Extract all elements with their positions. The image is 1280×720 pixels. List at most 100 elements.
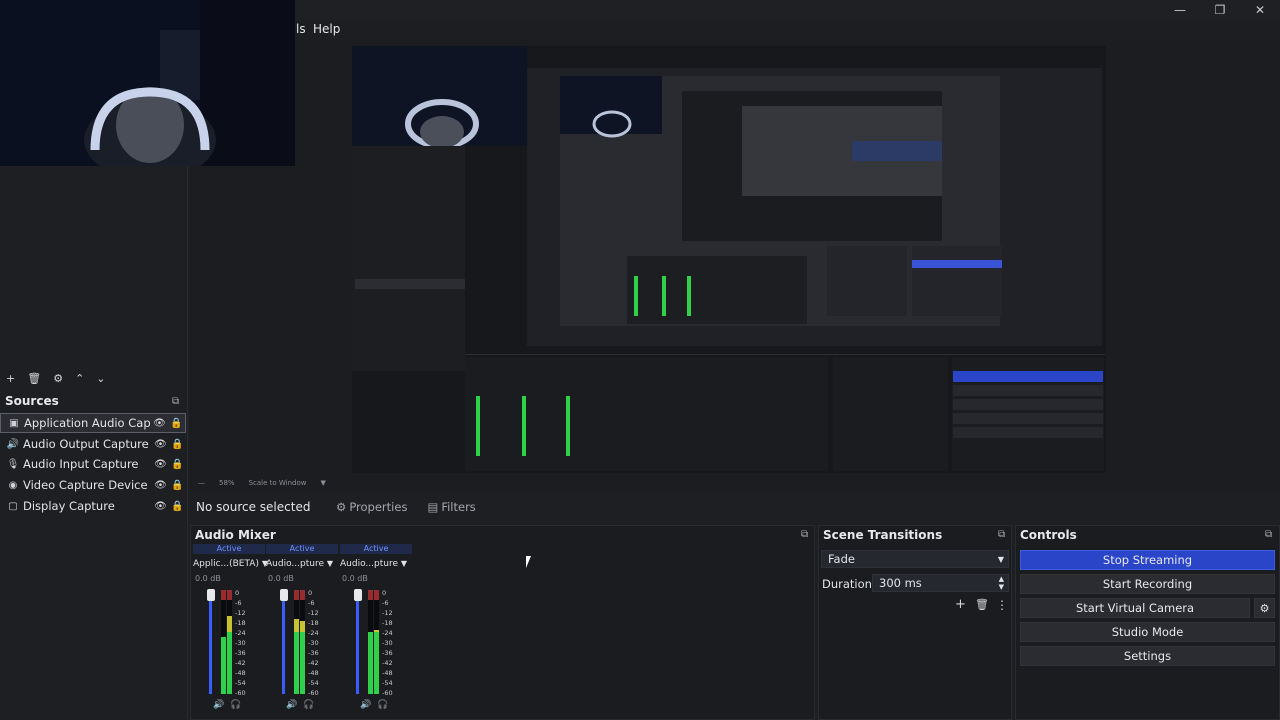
meter-scale-label: -24: [235, 629, 246, 637]
volume-slider[interactable]: [356, 590, 359, 694]
add-source-icon[interactable]: +: [6, 372, 15, 385]
volume-slider-thumb[interactable]: [354, 589, 362, 601]
lock-icon[interactable]: 🔒: [169, 459, 186, 470]
meter-peak-red: [368, 590, 373, 600]
webcam-image: [0, 0, 295, 166]
eye-icon[interactable]: 👁: [152, 480, 169, 491]
meter-scale-label: -42: [308, 659, 319, 667]
chevron-down-icon[interactable]: ▼: [327, 559, 333, 568]
filters-button[interactable]: ▤ Filters: [427, 500, 475, 514]
mute-icon[interactable]: 🔊: [360, 700, 371, 710]
zoom-minus-icon[interactable]: —: [198, 479, 205, 487]
settings-button[interactable]: Settings: [1020, 646, 1275, 666]
monitor-icon: ▢: [8, 500, 18, 512]
volume-slider-thumb[interactable]: [207, 589, 215, 601]
meter-scale-label: -6: [235, 599, 242, 607]
virtual-camera-settings-button[interactable]: ⚙: [1254, 598, 1275, 618]
lock-icon[interactable]: 🔒: [168, 418, 185, 429]
chevron-down-icon[interactable]: ▼: [320, 479, 325, 487]
scene-transitions-dock-icon[interactable]: ⧉: [998, 529, 1005, 540]
monitor-icon[interactable]: 🎧: [230, 700, 241, 710]
start-recording-button[interactable]: Start Recording: [1020, 574, 1275, 594]
lock-icon[interactable]: 🔒: [169, 480, 186, 491]
chevron-down-icon[interactable]: ▼: [401, 559, 407, 568]
meter-scale-label: -36: [235, 649, 246, 657]
meter-scale-label: 0: [308, 589, 313, 597]
preview-canvas: [352, 46, 1106, 473]
source-item-audio-output[interactable]: 🔊 Audio Output Capture 👁 🔒: [0, 434, 186, 454]
mute-icon[interactable]: 🔊: [286, 700, 297, 710]
meter-level-green: [294, 631, 299, 694]
source-item-application-audio[interactable]: ▣ Application Audio Captu 👁 🔒: [0, 413, 186, 433]
controls-header: Controls: [1015, 526, 1275, 544]
volume-meter: [374, 590, 379, 694]
properties-button[interactable]: ⚙ Properties: [336, 500, 407, 514]
sources-dock-icon[interactable]: ⧉: [172, 396, 179, 407]
gear-icon: ⚙: [336, 500, 347, 514]
lock-icon[interactable]: 🔒: [169, 439, 186, 450]
volume-meter: [368, 590, 373, 694]
source-label: Display Capture: [23, 499, 115, 513]
start-virtual-camera-button[interactable]: Start Virtual Camera: [1020, 598, 1250, 618]
minimize-button[interactable]: —: [1160, 0, 1200, 20]
program-preview[interactable]: [352, 46, 1106, 473]
transition-select[interactable]: Fade ▼: [821, 550, 1009, 568]
preview-status-bar: — 58% Scale to Window ▼: [190, 476, 890, 490]
monitor-icon[interactable]: 🎧: [303, 700, 314, 710]
source-item-display-capture[interactable]: ▢ Display Capture 👁 🔒: [0, 496, 186, 516]
meter-scale-label: -18: [308, 619, 319, 627]
spin-arrows-icon[interactable]: ▲ ▼: [999, 575, 1004, 591]
add-transition-icon[interactable]: +: [955, 597, 966, 612]
lock-icon[interactable]: 🔒: [169, 501, 186, 512]
monitor-icon[interactable]: 🎧: [377, 700, 388, 710]
filters-label: Filters: [441, 500, 476, 514]
source-label: Audio Output Capture: [23, 437, 149, 451]
studio-mode-button[interactable]: Studio Mode: [1020, 622, 1275, 642]
mute-icon[interactable]: 🔊: [213, 700, 224, 710]
meter-scale-label: -54: [308, 679, 319, 687]
duration-label: Duration: [822, 577, 872, 591]
source-item-audio-input[interactable]: 🎙 Audio Input Capture 👁 🔒: [0, 454, 186, 474]
settings-label: Settings: [1123, 649, 1172, 663]
channel-name[interactable]: Applic...(BETA) ▼: [193, 559, 268, 569]
controls-dock-icon[interactable]: ⧉: [1265, 529, 1272, 540]
stop-streaming-button[interactable]: Stop Streaming: [1020, 550, 1275, 570]
scene-transitions-header: Scene Transitions: [818, 526, 1008, 544]
trash-icon[interactable]: 🗑: [975, 598, 989, 611]
meter-peak-red: [227, 590, 232, 600]
meter-scale-label: -54: [235, 679, 246, 687]
meter-scale-label: -42: [235, 659, 246, 667]
source-item-video-capture[interactable]: ◉ Video Capture Device 👁 🔒: [0, 475, 186, 495]
source-properties-icon[interactable]: ⚙: [53, 372, 63, 385]
maximize-button[interactable]: ❐: [1200, 0, 1240, 20]
channel-name[interactable]: Audio...pture ▼: [266, 559, 338, 569]
move-up-icon[interactable]: ⌃: [75, 372, 84, 385]
meter-scale-label: 0: [235, 589, 240, 597]
audio-mixer-dock-icon[interactable]: ⧉: [801, 529, 808, 540]
move-down-icon[interactable]: ⌄: [96, 372, 105, 385]
channel-status: Active: [340, 544, 412, 554]
volume-slider-thumb[interactable]: [280, 589, 288, 601]
eye-icon[interactable]: 👁: [152, 439, 169, 450]
volume-slider[interactable]: [282, 590, 285, 694]
meter-scale-label: 0: [382, 589, 387, 597]
channel-db: 0.0 dB: [195, 574, 221, 583]
duration-spinbox[interactable]: 300 ms ▲ ▼: [872, 574, 1009, 592]
volume-slider[interactable]: [209, 590, 212, 694]
eye-icon[interactable]: 👁: [152, 459, 169, 470]
minimize-icon: —: [1174, 3, 1186, 17]
channel-name[interactable]: Audio...pture ▼: [340, 559, 412, 569]
channel-status: Active: [266, 544, 338, 554]
speaker-icon: 🔊: [6, 438, 20, 450]
eye-icon[interactable]: 👁: [151, 418, 168, 429]
menu-help[interactable]: Help: [313, 22, 340, 36]
close-button[interactable]: ✕: [1240, 0, 1280, 20]
more-options-icon[interactable]: ⋮: [996, 598, 1008, 612]
scene-transitions-title: Scene Transitions: [823, 528, 943, 542]
menu-tools[interactable]: ls: [296, 22, 306, 36]
remove-source-icon[interactable]: 🗑: [27, 372, 41, 385]
scale-mode-select[interactable]: Scale to Window: [249, 479, 307, 487]
stop-streaming-label: Stop Streaming: [1102, 553, 1193, 567]
meter-scale-label: -36: [382, 649, 393, 657]
eye-icon[interactable]: 👁: [152, 501, 169, 512]
